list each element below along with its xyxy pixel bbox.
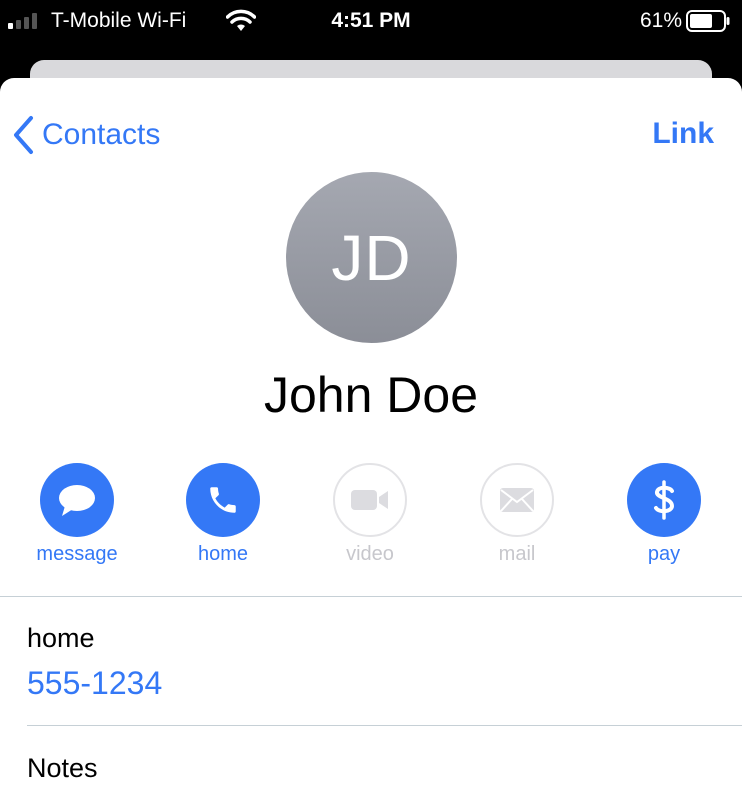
- notes-label[interactable]: Notes: [27, 753, 98, 784]
- pay-button[interactable]: [627, 463, 701, 537]
- battery-percent: 61%: [639, 9, 682, 32]
- video-action[interactable]: video: [310, 463, 430, 566]
- back-button[interactable]: Contacts: [12, 113, 160, 157]
- phone-type-label: home: [27, 623, 95, 653]
- home-call-label: home: [197, 543, 249, 565]
- call-action[interactable]: home: [163, 463, 283, 566]
- status-bar: T-Mobile Wi-Fi 4:51 PM 61%: [0, 0, 742, 44]
- battery-icon: [686, 10, 730, 32]
- dollar-icon: [654, 480, 675, 520]
- phone-icon: [210, 487, 236, 513]
- pay-label: pay: [647, 543, 681, 565]
- video-button[interactable]: [333, 463, 407, 537]
- avatar-initials: JD: [331, 221, 412, 294]
- mail-action[interactable]: mail: [457, 463, 577, 566]
- chevron-left-icon: [14, 116, 33, 154]
- divider: [0, 596, 742, 597]
- phone-number[interactable]: 555-1234: [27, 665, 162, 702]
- video-label: video: [346, 543, 394, 565]
- call-button[interactable]: [186, 463, 260, 537]
- clock: 4:51 PM: [331, 9, 411, 32]
- contact-name: John Doe: [263, 367, 479, 423]
- message-button[interactable]: [40, 463, 114, 537]
- link-button[interactable]: Link: [652, 117, 714, 151]
- video-camera-icon: [351, 490, 388, 510]
- divider: [27, 725, 742, 726]
- message-bubble-icon: [59, 485, 95, 516]
- mail-label: mail: [498, 543, 536, 565]
- envelope-icon: [500, 488, 534, 512]
- mail-button[interactable]: [480, 463, 554, 537]
- back-label: Contacts: [42, 118, 161, 151]
- message-label: message: [36, 543, 118, 565]
- action-buttons: message home video mail pay: [0, 463, 742, 573]
- message-action[interactable]: message: [17, 463, 137, 566]
- pay-action[interactable]: pay: [604, 463, 724, 566]
- avatar[interactable]: JD: [286, 172, 457, 343]
